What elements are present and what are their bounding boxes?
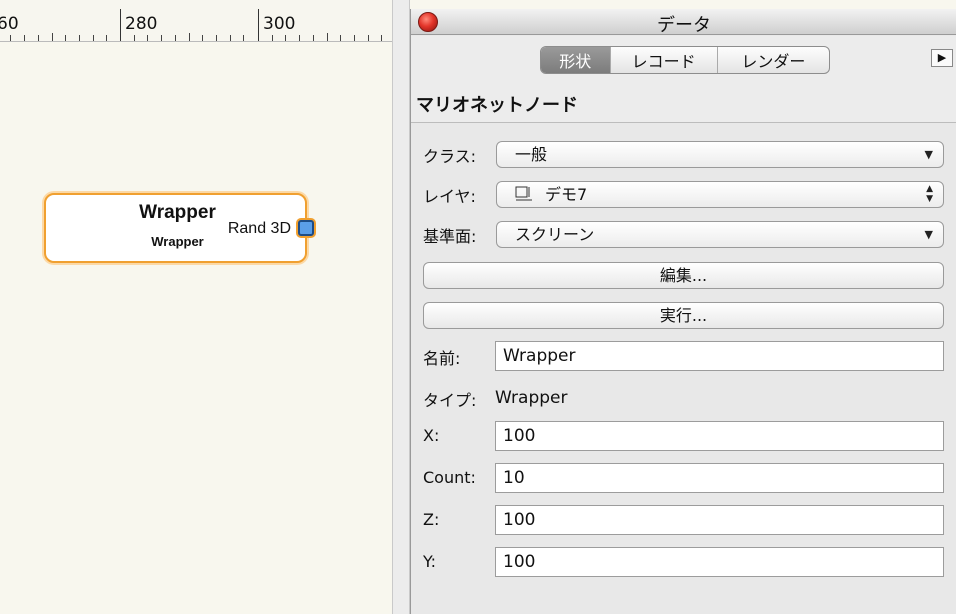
- ruler-minor-tick: [354, 35, 355, 41]
- node-subtitle-text: Wrapper: [151, 234, 204, 249]
- horizontal-ruler: 60 280 300: [0, 0, 392, 42]
- layer-popup[interactable]: デモ7 ▲ ▼: [496, 181, 944, 208]
- ruler-minor-tick: [65, 35, 66, 41]
- ruler-minor-tick: [93, 35, 94, 41]
- ruler-minor-tick: [24, 35, 25, 41]
- tab-bar: 形状 レコード レンダー ▶: [411, 36, 956, 78]
- ruler-minor-tick: [285, 35, 286, 41]
- properties-form: クラス: 一般 ▼ レイヤ: デモ7 ▲ ▼ 基準面: スクリーン ▼ 編集...…: [411, 123, 956, 614]
- ruler-minor-tick: [106, 35, 107, 41]
- tab-render[interactable]: レンダー: [718, 47, 829, 73]
- ruler-label: 60: [0, 14, 19, 34]
- ruler-label: 300: [263, 14, 296, 34]
- y-field[interactable]: 100: [495, 547, 944, 577]
- count-label: Count:: [423, 468, 476, 487]
- ruler-minor-tick: [10, 35, 11, 41]
- ruler-minor-tick: [272, 35, 273, 41]
- ruler-minor-tick: [313, 35, 314, 41]
- output-port-icon[interactable]: [298, 220, 314, 236]
- marionette-node[interactable]: Wrapper Wrapper Rand 3D: [44, 193, 314, 263]
- plane-value: スクリーン: [515, 225, 595, 244]
- class-popup[interactable]: 一般 ▼: [496, 141, 944, 168]
- tab-segmented-control: 形状 レコード レンダー: [540, 46, 830, 74]
- ruler-minor-tick: [79, 35, 80, 41]
- ruler-minor-tick: [340, 35, 341, 41]
- section-title: マリオネットノード: [416, 95, 578, 116]
- palette-titlebar[interactable]: データ: [411, 9, 956, 36]
- ruler-label: 280: [125, 14, 158, 34]
- ruler-minor-tick: [38, 35, 39, 41]
- ruler-minor-tick: [189, 33, 190, 41]
- plane-popup[interactable]: スクリーン ▼: [496, 221, 944, 248]
- z-label: Z:: [423, 510, 440, 529]
- ruler-minor-tick: [161, 35, 162, 41]
- ruler-major-tick: [120, 9, 121, 41]
- ruler-minor-tick: [230, 35, 231, 41]
- class-value: 一般: [515, 145, 548, 164]
- ruler-minor-tick: [175, 35, 176, 41]
- ruler-minor-tick: [327, 33, 328, 41]
- data-palette: データ 形状 レコード レンダー ▶ マリオネットノード クラス: 一般 ▼ レ…: [410, 9, 956, 614]
- ruler-minor-tick: [368, 35, 369, 41]
- layer-label: レイヤ:: [423, 187, 476, 206]
- ruler-minor-tick: [299, 35, 300, 41]
- name-label: 名前:: [423, 349, 461, 368]
- node-port-label: Rand 3D: [227, 220, 291, 237]
- ruler-minor-tick: [52, 33, 53, 41]
- node-title-text: Wrapper: [139, 202, 216, 223]
- ruler-minor-tick: [243, 35, 244, 41]
- name-field[interactable]: Wrapper: [495, 341, 944, 371]
- ruler-minor-tick: [147, 35, 148, 41]
- z-field[interactable]: 100: [495, 505, 944, 535]
- ruler-minor-tick: [381, 35, 382, 41]
- layer-value: デモ7: [545, 185, 588, 204]
- tab-record[interactable]: レコード: [611, 47, 718, 73]
- layer-icon: [515, 184, 533, 201]
- type-label: タイプ:: [423, 391, 477, 410]
- expand-panel-icon[interactable]: ▶: [931, 49, 953, 67]
- x-field[interactable]: 100: [495, 421, 944, 451]
- class-label: クラス:: [423, 147, 477, 166]
- pane-divider[interactable]: [392, 0, 410, 614]
- ruler-minor-tick: [202, 35, 203, 41]
- ruler-major-tick: [258, 9, 259, 41]
- tab-shape[interactable]: 形状: [541, 47, 611, 73]
- drawing-canvas[interactable]: 60 280 300 Wrapper Wrapper Rand 3D: [0, 0, 392, 614]
- popup-arrow-icon: ▼: [924, 148, 933, 161]
- count-field[interactable]: 10: [495, 463, 944, 493]
- run-button[interactable]: 実行...: [423, 302, 944, 329]
- plane-label: 基準面:: [423, 227, 477, 246]
- ruler-minor-tick: [134, 35, 135, 41]
- section-header: マリオネットノード: [411, 78, 956, 123]
- ruler-minor-tick: [216, 35, 217, 41]
- popup-arrow-icon: ▼: [924, 228, 933, 241]
- stepper-arrows-icon: ▲ ▼: [926, 184, 933, 204]
- type-value: Wrapper: [495, 388, 568, 408]
- x-label: X:: [423, 426, 440, 445]
- edit-button[interactable]: 編集...: [423, 262, 944, 289]
- y-label: Y:: [423, 552, 437, 571]
- window-title: データ: [657, 15, 711, 36]
